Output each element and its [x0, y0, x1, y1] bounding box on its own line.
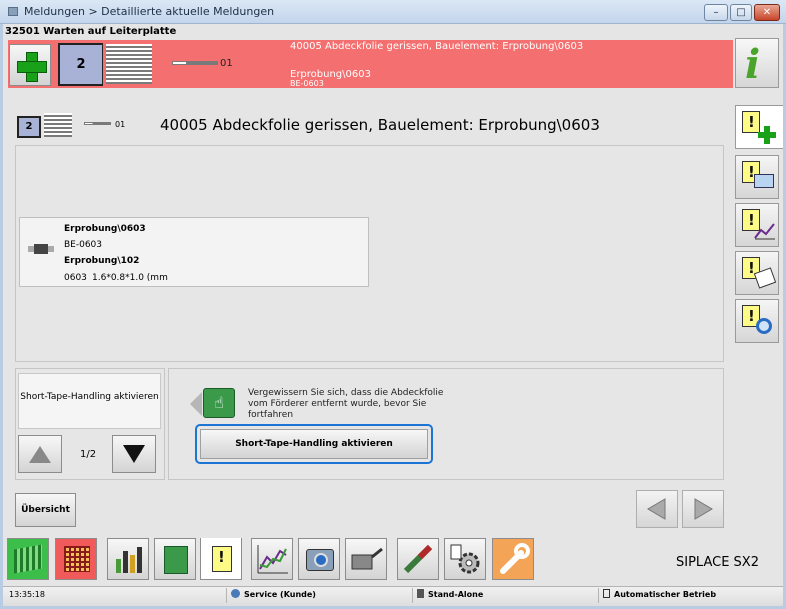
next-button[interactable] [682, 490, 724, 528]
component-icon [28, 244, 54, 254]
info-icon: i [745, 41, 761, 88]
action-list-item[interactable]: Short-Tape-Handling aktivieren [18, 373, 161, 429]
user-level[interactable]: Service (Kunde) [226, 588, 316, 603]
banner-be: BE-0603 [290, 79, 324, 88]
lubrication-button[interactable] [345, 538, 387, 580]
slot-number: 2 [58, 43, 103, 86]
alarm-button[interactable] [200, 538, 242, 580]
app-icon [8, 7, 18, 16]
previous-button[interactable] [636, 490, 678, 528]
pointer-arrow [190, 392, 202, 416]
operation-state: Automatischer Betrieb [598, 588, 716, 603]
statistics-button[interactable] [107, 538, 149, 580]
minimize-button[interactable]: – [704, 4, 728, 21]
operation-state-label: Automatischer Betrieb [614, 590, 717, 599]
operation-icon [603, 589, 610, 598]
window-title: Meldungen > Detaillierte aktuelle Meldun… [24, 5, 275, 18]
alarm-chart-button[interactable] [735, 203, 779, 247]
banner-message: 40005 Abdeckfolie gerissen, Bauelement: … [290, 41, 584, 52]
wrench-icon [500, 543, 530, 574]
feeder-icon [14, 544, 42, 574]
component-dimensions: 1.6*0.8*1.0 (mm [92, 273, 168, 283]
page-down-button[interactable] [112, 435, 156, 473]
machine-status-text: 32501 Warten auf Leiterplatte [5, 26, 177, 37]
close-button[interactable]: ✕ [754, 4, 780, 21]
maximize-button[interactable]: □ [730, 4, 752, 21]
camera-button[interactable] [298, 538, 340, 580]
arrow-down-icon [123, 445, 145, 463]
monitor-icon [754, 174, 774, 188]
circuit-board-button[interactable] [154, 538, 196, 580]
oil-can-icon [351, 547, 383, 570]
window-titlebar: Meldungen > Detaillierte aktuelle Meldun… [0, 0, 786, 24]
board-grid-button[interactable] [55, 538, 97, 580]
component-card[interactable]: Erprobung\0603 BE-0603 Erprobung\102 060… [19, 217, 369, 287]
overview-button[interactable]: Übersicht [15, 493, 76, 527]
tape-track-icon [172, 61, 218, 65]
nozzle-icon [403, 544, 433, 574]
alarm-icon [212, 546, 232, 572]
magnifier-icon [756, 318, 772, 334]
hand-gear-icon [450, 544, 480, 574]
page-indicator: 1/2 [80, 449, 97, 460]
nozzle-button[interactable] [397, 538, 439, 580]
component-package: Erprobung\102 [64, 256, 140, 266]
detail-slot-number: 2 [17, 116, 41, 138]
line-chart-icon [257, 545, 288, 574]
add-button[interactable] [9, 44, 51, 86]
mode-icon [417, 589, 424, 598]
page-up-button[interactable] [18, 435, 62, 473]
activate-short-tape-button[interactable]: Short-Tape-Handling aktivieren [200, 429, 428, 459]
clock: 13:35:18 [9, 590, 45, 599]
bar-chart-icon [116, 547, 142, 573]
banner-track: 01 [220, 58, 233, 69]
arrow-right-icon [694, 498, 713, 520]
camera-icon [306, 549, 334, 571]
arrow-left-icon [647, 498, 666, 520]
detail-tape-track-icon [84, 122, 111, 125]
info-button[interactable]: i [735, 38, 779, 88]
circuit-board-icon [164, 546, 188, 574]
arrow-up-icon [29, 446, 51, 463]
feeder-button[interactable] [7, 538, 49, 580]
plus-badge-icon [758, 126, 776, 144]
user-level-label: Service (Kunde) [244, 590, 316, 599]
brand-label: SIPLACE SX2 [676, 555, 759, 570]
operating-mode-label: Stand-Alone [428, 590, 484, 599]
operating-mode: Stand-Alone [412, 588, 483, 603]
detail-track: 01 [115, 120, 126, 129]
detail-feeder-stripes-icon [44, 113, 72, 137]
hand-pointer-icon: ☝ [203, 388, 235, 418]
user-icon [231, 589, 240, 598]
component-size-code: 0603 [64, 273, 87, 283]
alarm-monitor-button[interactable] [735, 155, 779, 199]
instruction-hint: Vergewissern Sie sich, dass die Abdeckfo… [248, 388, 444, 420]
maintenance-button[interactable] [492, 538, 534, 580]
alarm-hand-button[interactable] [735, 251, 779, 295]
trend-button[interactable] [251, 538, 293, 580]
service-gear-button[interactable] [444, 538, 486, 580]
board-grid-icon [64, 546, 90, 572]
activate-short-tape-button-focus[interactable]: Short-Tape-Handling aktivieren [195, 424, 433, 464]
component-be: BE-0603 [64, 240, 103, 250]
alarm-add-button[interactable] [735, 105, 783, 149]
feeder-stripes-icon [106, 44, 152, 84]
message-heading: 40005 Abdeckfolie gerissen, Bauelement: … [160, 116, 600, 134]
action-list-item-label: Short-Tape-Handling aktivieren [20, 392, 159, 402]
plus-icon [16, 51, 47, 82]
alarm-magnifier-button[interactable] [735, 299, 779, 343]
component-name: Erprobung\0603 [64, 224, 146, 234]
chart-badge-icon [754, 223, 775, 240]
